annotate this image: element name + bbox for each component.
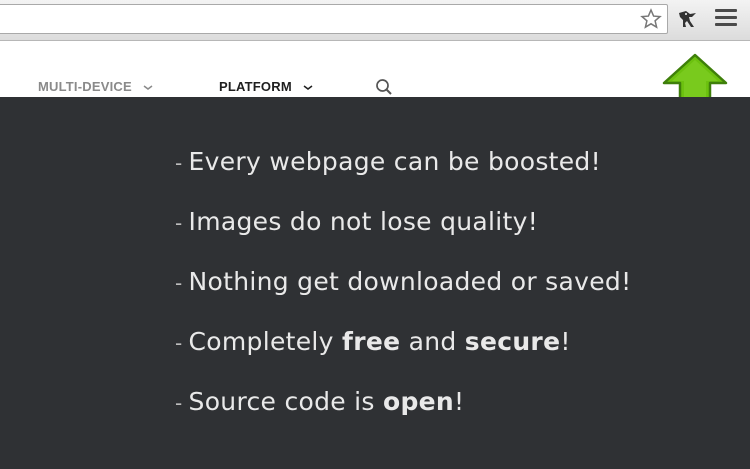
- site-navigation: MULTI-DEVICE PLATFORM: [0, 41, 750, 97]
- star-icon[interactable]: [639, 7, 663, 31]
- feature-item: - Nothing get downloaded or saved!: [175, 265, 631, 325]
- address-bar[interactable]: [0, 4, 668, 34]
- bullet-dash: -: [175, 211, 183, 235]
- feature-text: Nothing get downloaded or saved!: [188, 267, 632, 296]
- feature-text: Every webpage can be boosted!: [188, 147, 601, 176]
- chevron-down-icon: [303, 84, 313, 90]
- feature-item: - Every webpage can be boosted!: [175, 145, 631, 205]
- browser-toolbar: [0, 0, 750, 41]
- feature-text: and: [400, 327, 465, 356]
- menu-line: [715, 9, 737, 12]
- extension-icon[interactable]: [676, 7, 700, 31]
- feature-emphasis: open: [383, 387, 455, 416]
- bullet-dash: -: [175, 331, 183, 355]
- feature-emphasis: secure: [464, 327, 561, 356]
- bullet-dash: -: [175, 271, 183, 295]
- feature-item: - Completely free and secure!: [175, 325, 631, 385]
- feature-list: - Every webpage can be boosted! - Images d…: [175, 145, 631, 445]
- feature-panel: - Every webpage can be boosted! - Images d…: [0, 97, 750, 469]
- menu-line: [715, 16, 737, 19]
- nav-item-label: MULTI-DEVICE: [38, 79, 132, 94]
- menu-line: [715, 23, 737, 26]
- feature-item: - Source code is open!: [175, 385, 631, 445]
- bullet-dash: -: [175, 151, 183, 175]
- feature-text: !: [454, 387, 465, 416]
- menu-icon[interactable]: [715, 9, 737, 29]
- search-icon[interactable]: [375, 78, 393, 96]
- bullet-dash: -: [175, 391, 183, 415]
- feature-emphasis: free: [342, 327, 401, 356]
- feature-item: - Images do not lose quality!: [175, 205, 631, 265]
- feature-text: Completely: [188, 327, 343, 356]
- chevron-down-icon: [143, 84, 153, 90]
- nav-item-multi-device[interactable]: MULTI-DEVICE: [38, 79, 153, 94]
- feature-text: Source code is: [188, 387, 383, 416]
- nav-item-label: PLATFORM: [219, 79, 292, 94]
- nav-item-platform[interactable]: PLATFORM: [219, 79, 313, 94]
- feature-text: Images do not lose quality!: [188, 207, 539, 236]
- feature-text: !: [560, 327, 571, 356]
